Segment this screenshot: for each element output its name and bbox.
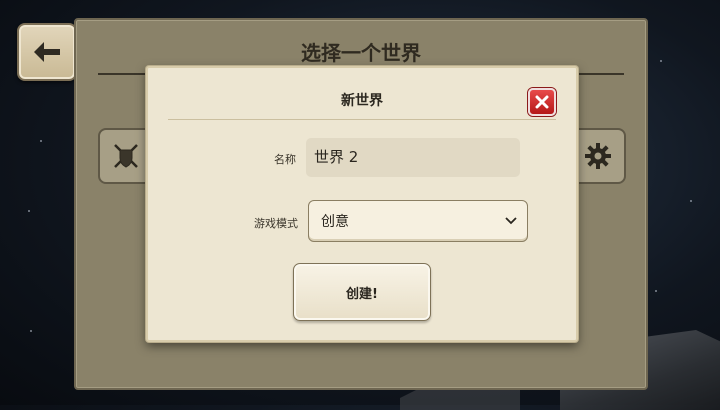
back-button[interactable] — [17, 23, 77, 81]
new-world-dialog: 新世界 名称 世界 2 游戏模式 创意 创建! — [146, 66, 578, 342]
world-name-input[interactable]: 世界 2 — [306, 138, 520, 177]
gear-icon — [585, 143, 611, 169]
dialog-title: 新世界 — [341, 93, 383, 109]
chevron-down-icon — [505, 217, 517, 225]
close-icon — [535, 95, 549, 109]
name-label: 名称 — [274, 153, 296, 166]
create-button[interactable]: 创建! — [293, 263, 431, 321]
back-arrow-icon — [34, 42, 60, 62]
dialog-divider — [168, 119, 556, 120]
page-title: 选择一个世界 — [301, 41, 421, 65]
close-button[interactable] — [528, 88, 556, 116]
game-mode-select[interactable]: 创意 — [308, 200, 528, 242]
game-mode-value: 创意 — [321, 214, 349, 230]
settings-button[interactable] — [570, 128, 626, 184]
game-mode-label: 游戏模式 — [254, 217, 298, 230]
sword-shield-icon — [114, 144, 138, 168]
